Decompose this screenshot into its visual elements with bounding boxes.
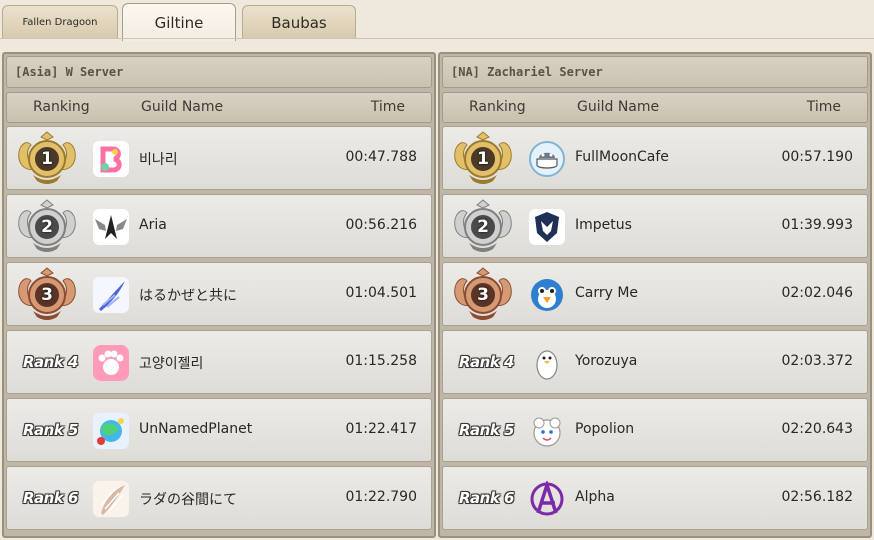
guild-name: FullMoonCafe — [575, 149, 669, 165]
guild-name: UnNamedPlanet — [139, 421, 253, 437]
clear-time: 02:03.372 — [781, 353, 853, 369]
ranking-row[interactable]: 3 Carry Me 02:02.046 — [442, 262, 868, 326]
wolf-emblem-icon — [529, 209, 565, 245]
penguin-icon — [529, 277, 565, 313]
rank-number: 2 — [41, 217, 53, 237]
clear-time: 01:04.501 — [345, 285, 417, 301]
guild-name: Carry Me — [575, 285, 639, 301]
ranking-row[interactable]: 2 Impetus 01:39.993 — [442, 194, 868, 258]
anarchy-a-icon — [529, 481, 565, 517]
column-header: Ranking Guild Name Time — [6, 92, 432, 123]
guild-name: 고양이젤리 — [139, 356, 204, 372]
asia-server-panel: [Asia] W Server Ranking Guild Name Time … — [2, 52, 436, 538]
planet-icon — [93, 413, 129, 449]
rank-number: 3 — [41, 285, 53, 305]
clear-time: 02:02.046 — [781, 285, 853, 301]
feather-icon — [93, 481, 129, 517]
ranking-row[interactable]: Rank 5 UnNamedPlanet 01:22.417 — [6, 398, 432, 462]
rank-number: 1 — [41, 149, 53, 169]
rank-label: Rank 4 — [459, 353, 515, 371]
guild-column-header: Guild Name — [141, 99, 224, 115]
rank-medal: 3 — [13, 267, 81, 323]
clear-time: 00:57.190 — [781, 149, 853, 165]
server-tabs: Fallen Dragoon Giltine Baubas — [2, 3, 362, 41]
ranking-row[interactable]: Rank 5 Popolion 02:20.643 — [442, 398, 868, 462]
rank-label: Rank 5 — [23, 421, 79, 439]
panel-title: [NA] Zachariel Server — [442, 56, 868, 88]
moon-cafe-icon — [529, 141, 565, 177]
guild-column-header: Guild Name — [577, 99, 660, 115]
ranking-column-header: Ranking — [33, 99, 90, 115]
tab-baubas[interactable]: Baubas — [242, 5, 356, 39]
guild-name: Popolion — [575, 421, 635, 437]
guild-name: ラダの谷間にて — [139, 492, 237, 508]
clear-time: 01:15.258 — [345, 353, 417, 369]
paw-icon — [93, 345, 129, 381]
ranking-row[interactable]: Rank 4 Yorozuya 02:03.372 — [442, 330, 868, 394]
clear-time: 01:22.417 — [345, 421, 417, 437]
rank-number: 1 — [477, 149, 489, 169]
guild-name: Alpha — [575, 489, 615, 505]
guild-name: Aria — [139, 217, 167, 233]
time-column-header: Time — [370, 99, 405, 115]
rank-number: 2 — [477, 217, 489, 237]
popolion-icon — [529, 413, 565, 449]
tab-fallen-dragoon[interactable]: Fallen Dragoon — [2, 5, 118, 39]
tab-giltine[interactable]: Giltine — [122, 3, 236, 41]
rank-label: Rank 4 — [23, 353, 79, 371]
ranking-row[interactable]: 1 비나리 00:47.788 — [6, 126, 432, 190]
column-header: Ranking Guild Name Time — [442, 92, 868, 123]
ranking-row[interactable]: 2 Aria 00:56.216 — [6, 194, 432, 258]
rank-label: Rank 5 — [459, 421, 515, 439]
ranking-row[interactable]: Rank 6 ラダの谷間にて 01:22.790 — [6, 466, 432, 530]
guild-name: 비나리 — [139, 152, 178, 168]
clear-time: 01:39.993 — [781, 217, 853, 233]
guild-name: はるかぜと共に — [139, 288, 237, 304]
na-server-panel: [NA] Zachariel Server Ranking Guild Name… — [438, 52, 872, 538]
rank-medal: 3 — [449, 267, 517, 323]
rank-medal: 1 — [13, 131, 81, 187]
tab-divider — [0, 38, 874, 39]
rank-label: Rank 6 — [459, 489, 515, 507]
aria-wings-icon — [93, 209, 129, 245]
guild-name: Impetus — [575, 217, 632, 233]
guild-name: Yorozuya — [575, 353, 638, 369]
clear-time: 00:47.788 — [345, 149, 417, 165]
rank-number: 3 — [477, 285, 489, 305]
clear-time: 02:20.643 — [781, 421, 853, 437]
ranking-row[interactable]: 1 FullMoonCafe 00:57.190 — [442, 126, 868, 190]
rank-medal: 2 — [449, 199, 517, 255]
ranking-row[interactable]: Rank 6 Alpha 02:56.182 — [442, 466, 868, 530]
panel-title: [Asia] W Server — [6, 56, 432, 88]
binari-logo-icon — [93, 141, 129, 177]
rank-medal: 2 — [13, 199, 81, 255]
rank-label: Rank 6 — [23, 489, 79, 507]
clear-time: 02:56.182 — [781, 489, 853, 505]
clear-time: 01:22.790 — [345, 489, 417, 505]
time-column-header: Time — [806, 99, 841, 115]
ranking-row[interactable]: 3 はるかぜと共に 01:04.501 — [6, 262, 432, 326]
feather-wing-icon — [93, 277, 129, 313]
rank-medal: 1 — [449, 131, 517, 187]
ranking-column-header: Ranking — [469, 99, 526, 115]
clear-time: 00:56.216 — [345, 217, 417, 233]
ranking-row[interactable]: Rank 4 고양이젤리 01:15.258 — [6, 330, 432, 394]
white-penguin-icon — [529, 345, 565, 381]
